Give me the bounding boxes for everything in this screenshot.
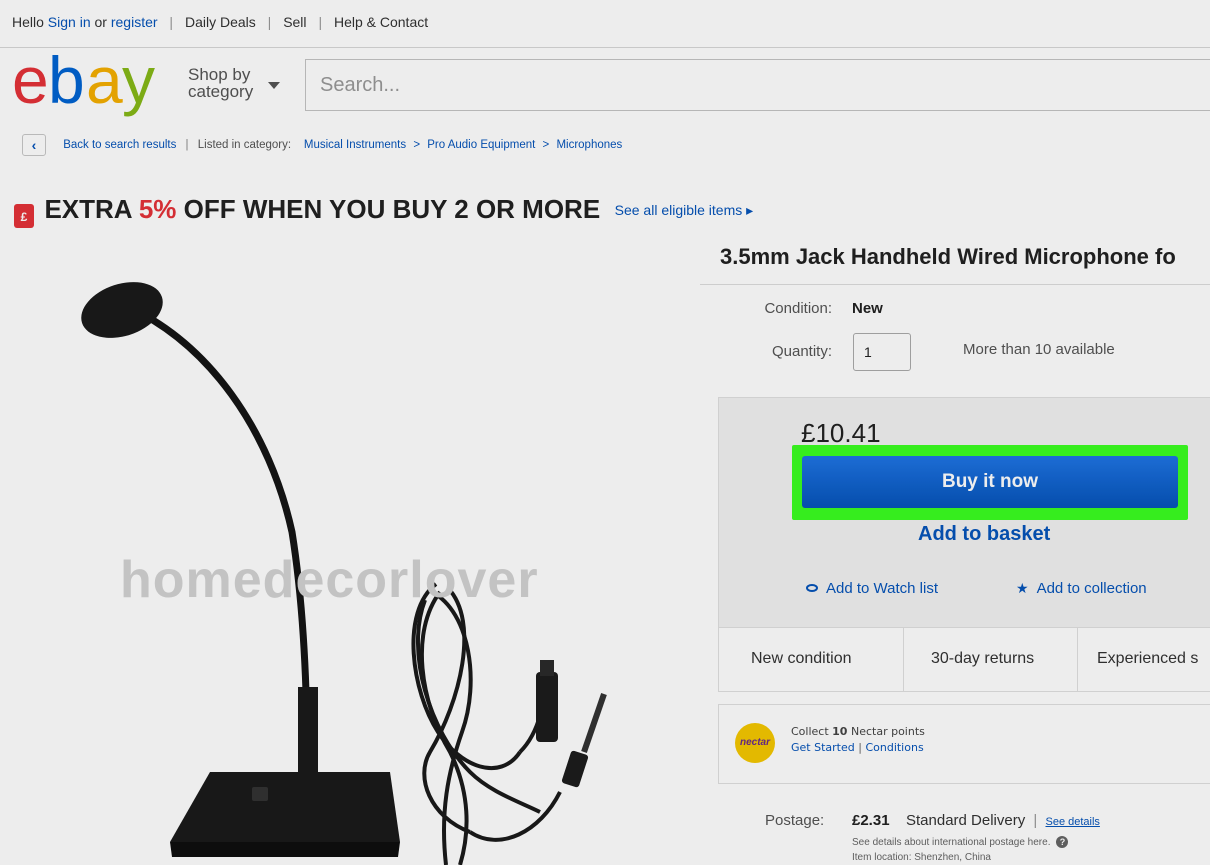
shop-by-line1: Shop by	[188, 65, 251, 84]
daily-deals-link[interactable]: Daily Deals	[185, 14, 256, 30]
cable-strand	[416, 599, 541, 814]
help-icon[interactable]: ?	[1056, 836, 1069, 848]
feature-item: Experienced s	[1097, 650, 1199, 667]
nectar-separator: |	[858, 741, 862, 754]
postage-note: See details about international postage …	[852, 836, 1069, 848]
quantity-label: Quantity:	[771, 343, 832, 360]
postage-type: Standard Delivery | See details	[906, 812, 1100, 829]
jack-body	[561, 750, 589, 788]
mic-switch	[252, 787, 268, 801]
search-input[interactable]: Search...	[305, 59, 1210, 111]
divider	[1077, 628, 1078, 691]
nav-separator: |	[318, 14, 323, 30]
jack-plug	[581, 693, 607, 753]
top-nav-bar: Hello Sign in or register | Daily Deals …	[0, 0, 1210, 48]
back-arrow-icon[interactable]: ‹	[22, 134, 46, 156]
crumb-arrow: >	[542, 139, 550, 152]
product-image[interactable]: homedecorlover	[0, 232, 700, 865]
star-icon: ★	[1016, 580, 1029, 596]
chevron-down-icon[interactable]	[268, 82, 280, 89]
shop-by-line2: category	[188, 82, 254, 101]
sign-in-link[interactable]: Sign in	[48, 14, 91, 30]
nectar-collect-text: Collect 10 Nectar points	[791, 725, 925, 738]
breadcrumb: ‹ Back to search results | Listed in cat…	[22, 134, 622, 156]
nav-separator: |	[169, 14, 174, 30]
watch-label: Add to Watch list	[826, 580, 938, 597]
sell-link[interactable]: Sell	[283, 14, 306, 30]
availability-text: More than 10 available	[963, 341, 1115, 358]
ebay-product-page: Hello Sign in or register | Daily Deals …	[0, 0, 1210, 865]
logo-letter-y: y	[122, 43, 155, 117]
nav-separator: |	[267, 14, 272, 30]
postage-label: Postage:	[765, 812, 825, 829]
product-title: 3.5mm Jack Handheld Wired Microphone fo	[720, 244, 1176, 269]
or-text: or	[94, 14, 107, 30]
feature-item: 30-day returns	[931, 650, 1035, 667]
feature-item: New condition	[751, 650, 852, 667]
ebay-logo[interactable]: e b a y	[12, 43, 172, 117]
item-location: Item location: Shenzhen, China	[852, 852, 991, 863]
nectar-logo: nectar	[735, 723, 775, 763]
crumb-arrow: >	[413, 139, 421, 152]
nectar-links: Get Started | Conditions	[791, 741, 924, 754]
register-link[interactable]: register	[111, 14, 158, 30]
greeting: Hello	[12, 14, 44, 30]
xlr-connector	[536, 672, 558, 742]
nectar-points-box: nectar Collect 10 Nectar points Get Star…	[718, 704, 1210, 784]
postage-type-text: Standard Delivery	[906, 812, 1026, 829]
foam-windscreen	[81, 282, 163, 338]
logo-letter-e: e	[12, 43, 49, 117]
mic-base-edge	[170, 842, 400, 857]
add-to-basket-button[interactable]: Add to basket	[918, 523, 1050, 546]
shop-by-category-button[interactable]: Shop by category	[188, 66, 253, 100]
add-to-watch-list-link[interactable]: Add to Watch list	[806, 580, 938, 597]
postage-separator: |	[1033, 812, 1038, 829]
gooseneck	[120, 300, 310, 693]
logo-letter-a: a	[86, 43, 123, 117]
get-started-link[interactable]: Get Started	[791, 741, 855, 754]
postage-details-link[interactable]: See details	[1045, 816, 1099, 828]
back-to-results-link[interactable]: Back to search results	[63, 139, 176, 151]
mic-stem	[298, 687, 318, 777]
listed-in-label: Listed in category:	[197, 139, 292, 152]
help-contact-link[interactable]: Help & Contact	[334, 14, 428, 30]
quantity-input[interactable]: 1	[853, 333, 911, 371]
eye-icon	[806, 584, 818, 592]
crumb-separator: |	[185, 139, 189, 152]
eligible-items-link[interactable]: See all eligible items ▸	[615, 202, 754, 218]
condition-value: New	[852, 300, 883, 317]
microphone-image	[81, 282, 607, 865]
divider	[903, 628, 904, 691]
conditions-link[interactable]: Conditions	[865, 741, 923, 754]
condition-label: Condition:	[764, 300, 832, 317]
promo-banner: £ EXTRA 5% OFF WHEN YOU BUY 2 OR MORE Se…	[14, 194, 753, 228]
crumb-musical-instruments[interactable]: Musical Instruments	[304, 139, 406, 151]
add-to-collection-link[interactable]: ★ Add to collection	[1016, 580, 1147, 597]
buy-now-highlight: Buy it now	[792, 445, 1188, 520]
watermark-text: homedecorlover	[120, 551, 539, 609]
buy-it-now-button[interactable]: Buy it now	[802, 456, 1178, 508]
crumb-microphones[interactable]: Microphones	[556, 139, 622, 151]
feature-strip: New condition 30-day returns Experienced…	[718, 628, 1210, 692]
crumb-pro-audio[interactable]: Pro Audio Equipment	[427, 139, 535, 151]
xlr-tip	[540, 660, 554, 676]
logo-letter-b: b	[48, 43, 85, 117]
postage-price: £2.31	[852, 812, 890, 829]
shopping-bag-icon: £	[14, 204, 34, 228]
promo-text: EXTRA 5% OFF WHEN YOU BUY 2 OR MORE	[44, 194, 601, 224]
collection-label: Add to collection	[1036, 580, 1147, 597]
mic-base	[170, 772, 400, 842]
divider	[700, 284, 1210, 285]
